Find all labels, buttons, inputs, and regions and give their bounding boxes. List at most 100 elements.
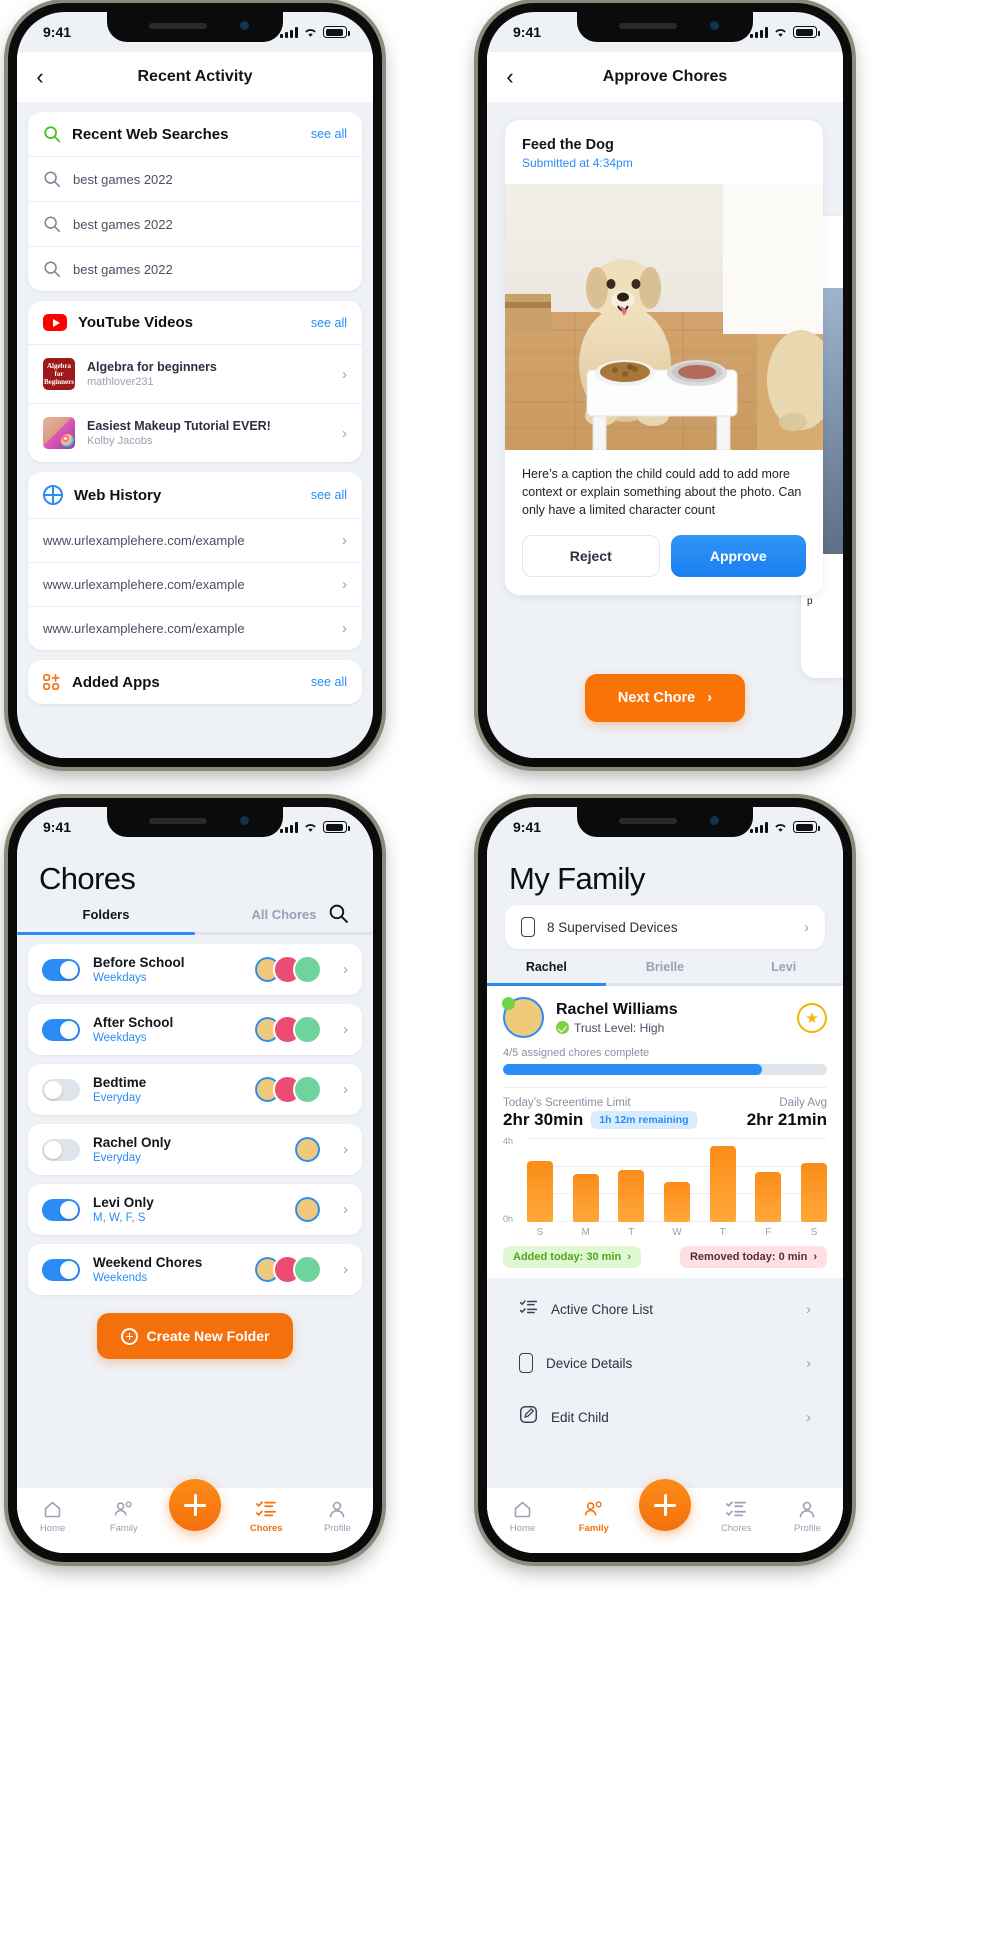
camera-icon [710, 21, 719, 30]
tab-levi[interactable]: Levi [724, 960, 843, 983]
tab-chores[interactable]: Chores [231, 1498, 302, 1534]
folder-schedule: Everyday [93, 1092, 141, 1104]
speaker-icon [619, 23, 677, 29]
tab-family[interactable]: Family [88, 1498, 159, 1534]
speaker-icon [149, 818, 207, 824]
tab-profile[interactable]: Profile [772, 1498, 843, 1534]
tab-home[interactable]: Home [17, 1498, 88, 1534]
next-chore-label: Next Chore [617, 690, 696, 706]
phone-icon [519, 1353, 533, 1373]
page-title: Recent Activity [137, 68, 253, 85]
supervised-devices-row[interactable]: 8 Supervised Devices › [505, 905, 825, 949]
search-icon [44, 126, 61, 143]
tab-label: Family [578, 1523, 609, 1534]
tab-brielle[interactable]: Brielle [606, 960, 725, 983]
tab-label: Profile [323, 1523, 351, 1534]
chevron-right-icon: › [342, 424, 347, 442]
folder-row[interactable]: Before School Weekdays › [28, 944, 362, 995]
card-title: Web History [74, 486, 162, 504]
add-button[interactable] [169, 1479, 221, 1531]
devices-label: 8 Supervised Devices [547, 919, 678, 935]
assigned-avatars [253, 1255, 322, 1284]
tab-family[interactable]: Family [558, 1498, 629, 1534]
search-item[interactable]: best games 2022 [28, 201, 362, 246]
chart-bars [527, 1138, 827, 1222]
chevron-right-icon: › [342, 620, 347, 637]
folder-toggle[interactable] [42, 1138, 80, 1161]
content-scroll[interactable]: Recent Web Searches see all best games 2… [17, 102, 373, 758]
card-web-history: Web History see all www.urlexamplehere.c… [28, 472, 362, 650]
folder-schedule: M, W, F, S [93, 1212, 146, 1224]
avatar [293, 1075, 322, 1104]
camera-icon [240, 21, 249, 30]
chart-x-label: M [581, 1227, 590, 1238]
star-icon[interactable]: ★ [797, 1002, 827, 1033]
chart-bar [800, 1163, 827, 1222]
tab-folders[interactable]: Folders [17, 899, 195, 932]
chevron-right-icon: › [707, 690, 713, 706]
avatar [293, 1015, 322, 1044]
folder-toggle[interactable] [42, 1078, 80, 1101]
add-button[interactable] [639, 1479, 691, 1531]
card-recent-web-searches: Recent Web Searches see all best games 2… [28, 112, 362, 291]
folder-name: Weekend Chores [93, 1255, 203, 1270]
card-header[interactable]: YouTube Videos see all [28, 301, 362, 344]
tab-chores[interactable]: Chores [701, 1498, 772, 1534]
status-time: 9:41 [513, 24, 542, 40]
checklist-icon [231, 1498, 302, 1520]
added-today-label: Added today: 30 min [513, 1251, 622, 1263]
video-item[interactable]: Algebra for Beginners Algebra for beginn… [28, 344, 362, 403]
folder-row[interactable]: Bedtime Everyday › [28, 1064, 362, 1115]
page-title: Chores [39, 861, 136, 896]
folder-toggle[interactable] [42, 958, 80, 981]
history-item[interactable]: www.urlexamplehere.com/example › [28, 606, 362, 650]
see-all-link[interactable]: see all [311, 127, 347, 141]
tab-label: Chores [720, 1523, 752, 1534]
see-all-link[interactable]: see all [311, 316, 347, 330]
avatar [293, 1135, 322, 1164]
history-item[interactable]: www.urlexamplehere.com/example › [28, 518, 362, 562]
folder-toggle[interactable] [42, 1018, 80, 1041]
tab-home[interactable]: Home [487, 1498, 558, 1534]
chore-photo[interactable] [505, 184, 823, 450]
folder-row[interactable]: Weekend Chores Weekends › [28, 1244, 362, 1295]
folder-row[interactable]: After School Weekdays › [28, 1004, 362, 1055]
tab-rachel[interactable]: Rachel [487, 960, 606, 983]
online-status-dot [502, 997, 515, 1010]
menu-edit-child[interactable]: Edit Child › [503, 1394, 827, 1440]
card-header[interactable]: Added Apps see all [28, 660, 362, 704]
chevron-right-icon: › [806, 1300, 811, 1318]
folder-toggle[interactable] [42, 1198, 80, 1221]
folder-row[interactable]: Rachel Only Everyday › [28, 1124, 362, 1175]
chores-complete-label: 4/5 assigned chores complete [503, 1047, 650, 1059]
search-item[interactable]: best games 2022 [28, 156, 362, 201]
card-header[interactable]: Web History see all [28, 472, 362, 518]
search-icon[interactable] [328, 903, 349, 924]
create-new-folder-button[interactable]: Create New Folder [97, 1313, 293, 1359]
menu-active-chore-list[interactable]: Active Chore List › [503, 1286, 827, 1332]
video-item[interactable]: Easiest Makeup Tutorial EVER! Kolby Jaco… [28, 403, 362, 462]
cellular-icon [750, 821, 768, 833]
removed-today-badge[interactable]: Removed today: 0 min › [679, 1246, 827, 1268]
child-tabs: Rachel Brielle Levi [487, 960, 843, 983]
search-item[interactable]: best games 2022 [28, 246, 362, 291]
folder-toggle[interactable] [42, 1258, 80, 1281]
chore-title: Feed the Dog [522, 137, 614, 153]
see-all-link[interactable]: see all [311, 675, 347, 689]
added-today-badge[interactable]: Added today: 30 min › [503, 1246, 641, 1268]
folder-row[interactable]: Levi Only M, W, F, S › [28, 1184, 362, 1235]
reject-button[interactable]: Reject [522, 535, 660, 578]
tab-profile[interactable]: Profile [302, 1498, 373, 1534]
history-url: www.urlexamplehere.com/example [43, 621, 245, 636]
content-scroll[interactable]: Hcp Feed the Dog Submitted at 4:34pm [487, 102, 843, 758]
history-item[interactable]: www.urlexamplehere.com/example › [28, 562, 362, 606]
menu-device-details[interactable]: Device Details › [503, 1340, 827, 1386]
next-chore-button[interactable]: Next Chore › [585, 674, 745, 722]
youtube-icon [43, 314, 67, 331]
chart-bar [755, 1171, 782, 1222]
card-header[interactable]: Recent Web Searches see all [28, 112, 362, 156]
approve-button[interactable]: Approve [670, 535, 806, 578]
battery-icon [323, 26, 350, 38]
chart-x-label: F [765, 1227, 772, 1238]
see-all-link[interactable]: see all [311, 488, 347, 502]
